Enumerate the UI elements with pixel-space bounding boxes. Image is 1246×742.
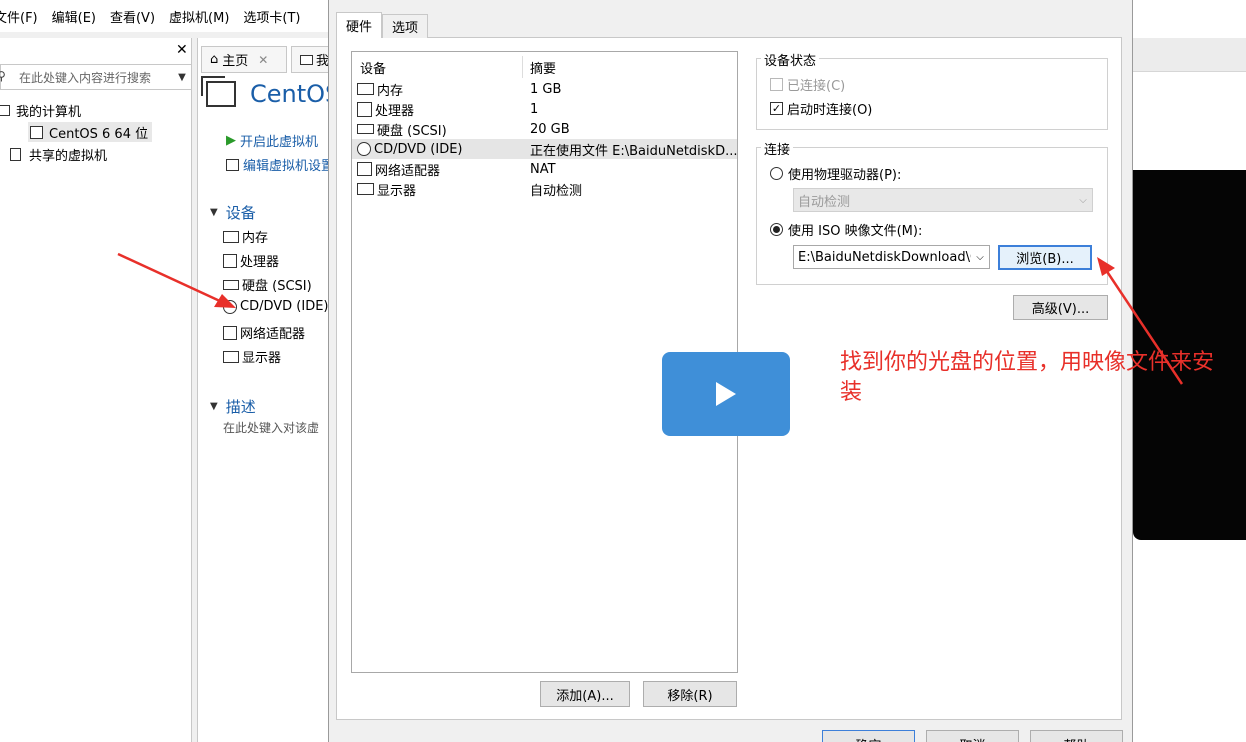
arrowhead-icon xyxy=(1097,257,1115,276)
arrow-to-cd-dvd xyxy=(117,252,223,304)
arrow-to-browse xyxy=(1104,269,1184,385)
annotation-arrows xyxy=(117,252,1184,385)
